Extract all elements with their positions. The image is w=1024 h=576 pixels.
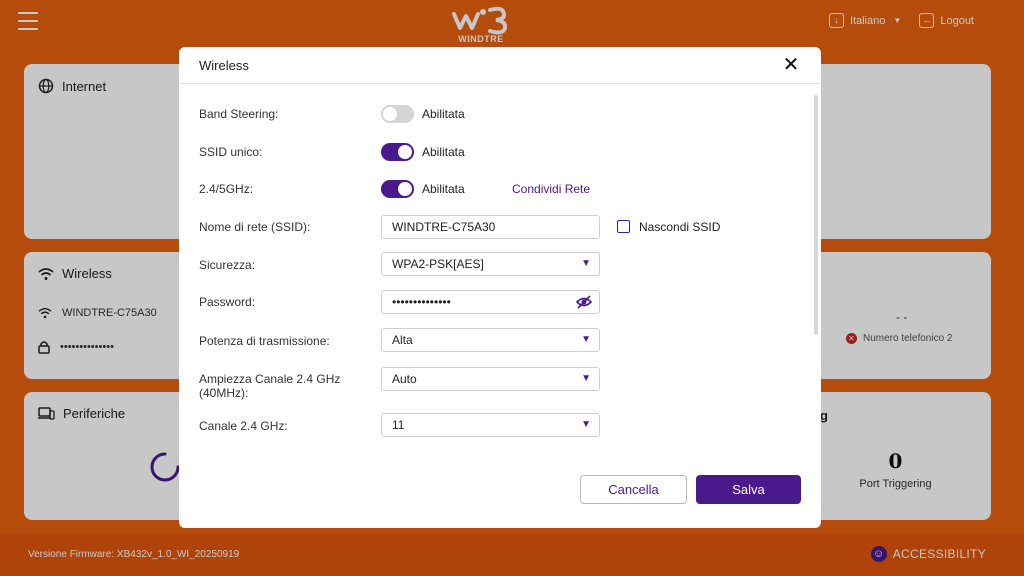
band-steering-state: Abilitata <box>422 107 465 121</box>
bandwidth-label: Ampiezza Canale 2.4 GHz (40MHz): <box>199 372 340 400</box>
dual-band-label: 2.4/5GHz: <box>199 182 254 196</box>
modal-title: Wireless <box>199 58 249 73</box>
toggle-knob <box>398 145 412 159</box>
tx-power-select[interactable]: Alta ▼ <box>381 328 600 352</box>
modal-header: Wireless ✕ <box>179 47 821 84</box>
ssid-unico-label: SSID unico: <box>199 145 263 159</box>
security-selected-value: WPA2-PSK[AES] <box>392 257 484 271</box>
close-icon[interactable]: ✕ <box>781 55 801 75</box>
password-field[interactable]: •••••••••••••• <box>381 290 600 314</box>
channel-selected-value: 11 <box>392 418 405 432</box>
bandwidth-selected-value: Auto <box>392 372 417 386</box>
band-steering-label: Band Steering: <box>199 107 279 121</box>
modal-scrollbar[interactable] <box>814 95 818 335</box>
ssid-field[interactable] <box>381 215 600 239</box>
bandwidth-label-line2: (40MHz): <box>199 386 249 400</box>
bandwidth-select[interactable]: Auto ▼ <box>381 367 600 391</box>
ssid-label: Nome di rete (SSID): <box>199 220 311 234</box>
ssid-unico-state: Abilitata <box>422 145 465 159</box>
share-network-link[interactable]: Condividi Rete <box>512 182 590 196</box>
cancel-button[interactable]: Cancella <box>580 475 687 504</box>
hide-ssid-checkbox[interactable] <box>617 220 630 233</box>
chevron-down-icon: ▼ <box>581 373 591 384</box>
ssid-unico-toggle[interactable] <box>381 143 414 161</box>
dual-band-state: Abilitata <box>422 182 465 196</box>
eye-off-icon[interactable] <box>575 293 593 311</box>
channel-select[interactable]: 11 ▼ <box>381 413 600 437</box>
password-value: •••••••••••••• <box>392 295 451 309</box>
ssid-input[interactable] <box>392 216 572 238</box>
security-label: Sicurezza: <box>199 258 256 272</box>
tx-power-selected-value: Alta <box>392 333 413 347</box>
dual-band-toggle[interactable] <box>381 180 414 198</box>
password-label: Password: <box>199 295 256 309</box>
channel-label: Canale 2.4 GHz: <box>199 419 288 433</box>
band-steering-toggle[interactable] <box>381 105 414 123</box>
toggle-knob <box>398 182 412 196</box>
wireless-modal: Wireless ✕ Band Steering: Abilitata SSID… <box>179 47 821 528</box>
toggle-knob <box>383 107 397 121</box>
tx-power-label: Potenza di trasmissione: <box>199 334 330 348</box>
bandwidth-label-line1: Ampiezza Canale 2.4 GHz <box>199 372 341 386</box>
chevron-down-icon: ▼ <box>581 258 591 269</box>
security-select[interactable]: WPA2-PSK[AES] ▼ <box>381 252 600 276</box>
chevron-down-icon: ▼ <box>581 334 591 345</box>
chevron-down-icon: ▼ <box>581 419 591 430</box>
save-button[interactable]: Salva <box>696 475 801 504</box>
hide-ssid-label: Nascondi SSID <box>639 220 721 234</box>
